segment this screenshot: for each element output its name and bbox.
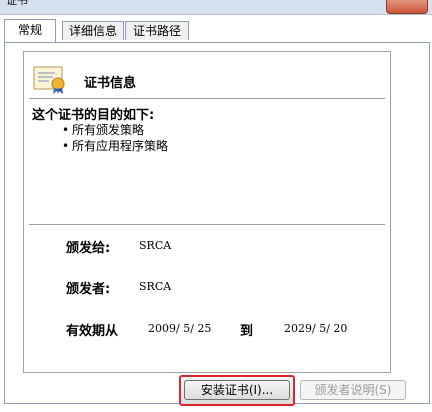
purpose-item: 所有应用程序策略: [62, 138, 168, 154]
purpose-list: 所有颁发策略 所有应用程序策略: [62, 122, 168, 154]
certificate-info-heading: 证书信息: [84, 76, 137, 91]
divider: [29, 98, 385, 99]
purpose-item: 所有颁发策略: [62, 122, 168, 138]
window-title: 证书: [6, 0, 28, 7]
valid-from-value: 2009/ 5/ 25: [148, 322, 212, 335]
certificate-info-box: 证书信息 这个证书的目的如下: 所有颁发策略 所有应用程序策略 颁发给: SRC…: [23, 51, 391, 373]
close-button[interactable]: [386, 0, 428, 14]
title-bar: 证书: [0, 0, 432, 15]
tab-details[interactable]: 详细信息: [62, 21, 124, 40]
issued-by-label: 颁发者:: [66, 282, 111, 297]
issued-by-value: SRCA: [139, 280, 172, 293]
issued-to-label: 颁发给:: [66, 241, 111, 256]
valid-to-value: 2029/ 5/ 20: [284, 322, 348, 335]
tab-strip: 常规 详细信息 证书路径: [0, 19, 432, 43]
issuer-statement-button[interactable]: 颁发者说明(S): [300, 380, 406, 400]
valid-from-label: 有效期从: [66, 324, 119, 339]
install-certificate-button[interactable]: 安装证书(I)...: [184, 380, 290, 400]
issued-to-value: SRCA: [139, 239, 172, 252]
certificate-icon: [33, 66, 65, 94]
tab-cert-path[interactable]: 证书路径: [125, 21, 189, 40]
purpose-heading: 这个证书的目的如下:: [32, 108, 155, 123]
valid-to-label: 到: [240, 324, 254, 339]
tab-general[interactable]: 常规: [4, 19, 56, 42]
divider: [29, 224, 385, 225]
